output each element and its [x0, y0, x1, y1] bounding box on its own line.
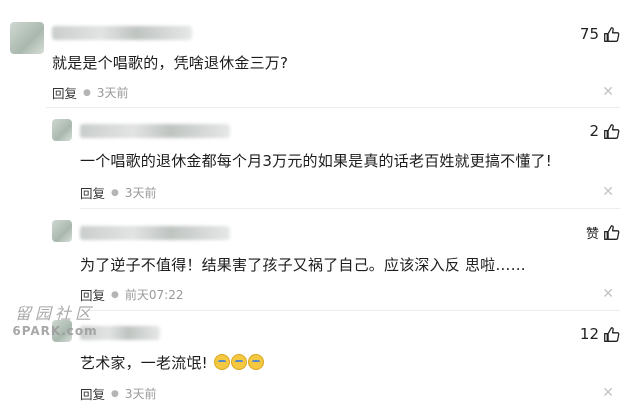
like-count: 75 — [579, 25, 599, 43]
crying-emoji-icon — [247, 354, 264, 370]
comment-text-body: 艺术家，一老流氓! — [80, 354, 208, 372]
thumbs-up-icon — [604, 225, 620, 240]
reply-button[interactable]: 回复 — [80, 183, 105, 202]
comment-meta: 回复 ● 3天前 — [80, 183, 157, 202]
like-count: 12 — [579, 325, 599, 343]
avatar[interactable] — [52, 220, 72, 242]
close-icon[interactable]: ✕ — [602, 385, 614, 401]
divider — [80, 310, 620, 311]
thumbs-up-icon — [604, 123, 620, 139]
timestamp: 前天07:22 — [124, 288, 184, 302]
comment-text: 一个唱歌的退休金都每个月3万元的如果是真的话老百姓就更搞不懂了! — [80, 152, 552, 170]
divider — [46, 107, 620, 108]
separator-dot: ● — [83, 87, 91, 98]
like-button[interactable]: 赞 — [586, 223, 620, 242]
timestamp: 3天前 — [124, 186, 157, 200]
separator-dot: ● — [111, 187, 119, 198]
close-icon[interactable]: ✕ — [602, 286, 614, 302]
crying-emoji-icon — [213, 354, 230, 370]
watermark-site: 6PARK.com — [12, 324, 98, 338]
comment-text: 艺术家，一老流氓! — [80, 352, 264, 373]
username-blurred[interactable] — [80, 226, 230, 240]
avatar[interactable] — [52, 119, 72, 141]
username-blurred[interactable] — [52, 26, 192, 40]
username-blurred[interactable] — [80, 124, 230, 138]
like-button[interactable]: 12 — [580, 325, 620, 343]
divider — [80, 208, 620, 209]
like-button[interactable]: 2 — [589, 122, 620, 140]
comment-text: 就是是个唱歌的，凭啥退休金三万? — [52, 54, 289, 72]
thumbs-up-icon — [604, 26, 620, 42]
separator-dot: ● — [111, 388, 119, 399]
reply-button[interactable]: 回复 — [52, 83, 77, 102]
thumbs-up-icon — [604, 326, 620, 342]
crying-emoji-icon — [230, 354, 247, 370]
timestamp: 3天前 — [96, 86, 129, 100]
like-count: 2 — [589, 122, 599, 140]
like-button[interactable]: 75 — [580, 25, 620, 43]
site-watermark: 留园社区 6PARK.com — [10, 300, 100, 338]
reply-button[interactable]: 回复 — [80, 384, 105, 403]
watermark-chars: 留园社区 — [14, 304, 95, 323]
like-label: 赞 — [585, 227, 599, 242]
comment-meta: 回复 ● 3天前 — [52, 83, 129, 102]
comment-text: 为了逆子不值得！结果害了孩子又祸了自己。应该深入反 思啦…… — [80, 256, 526, 274]
avatar[interactable] — [10, 22, 44, 54]
timestamp: 3天前 — [124, 387, 157, 401]
separator-dot: ● — [111, 289, 119, 300]
close-icon[interactable]: ✕ — [602, 184, 614, 200]
comment-meta: 回复 ● 3天前 — [80, 384, 157, 403]
close-icon[interactable]: ✕ — [602, 84, 614, 100]
